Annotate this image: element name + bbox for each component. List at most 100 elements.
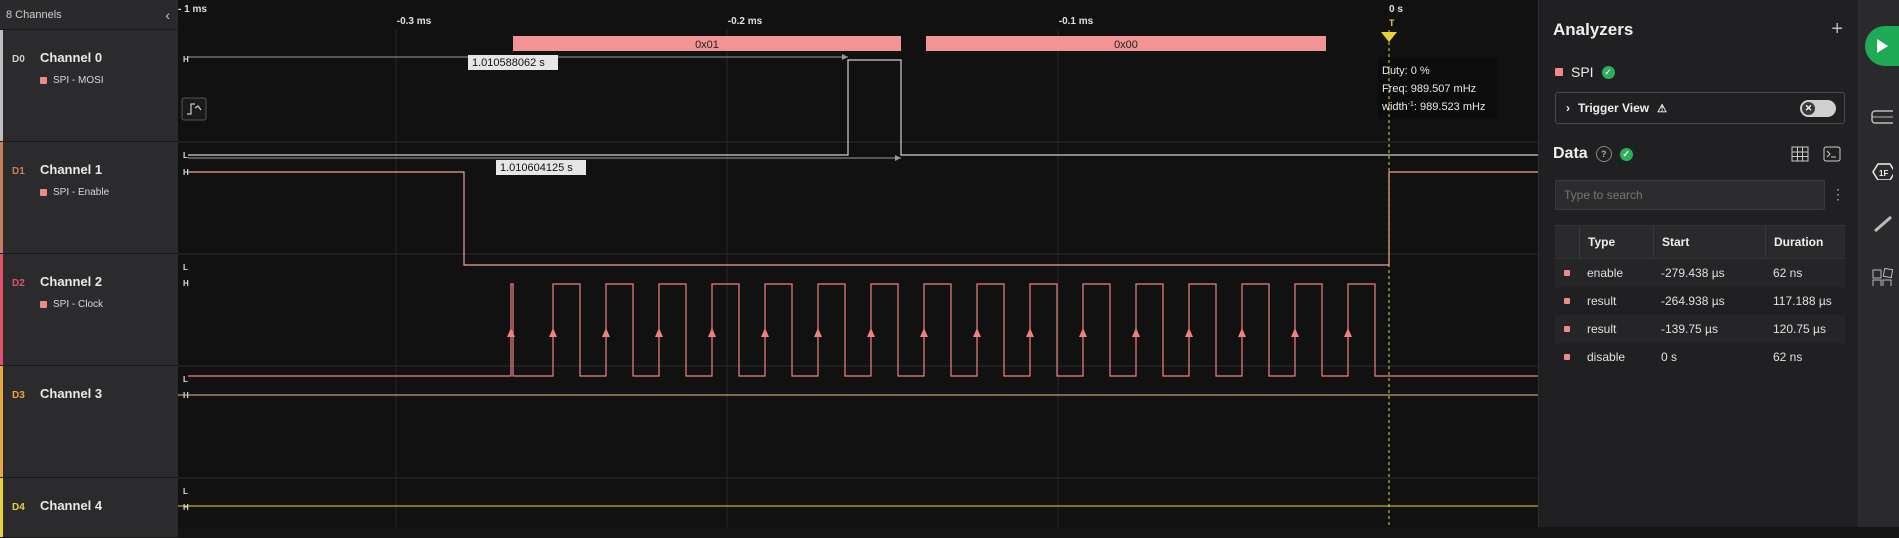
table-view-icon[interactable] [1791,146,1809,162]
rising-edge-marker [867,328,875,337]
level-low-label: L [183,375,188,384]
side-toolbar: 1F [1858,0,1899,527]
channel-analyzer-label: SPI - Clock [40,299,103,310]
cell-duration: 62 ns [1773,266,1803,280]
channel-count-label: 8 Channels [6,8,62,21]
rising-edge-marker [1344,328,1352,337]
analyzers-icon[interactable]: 1F [1871,162,1893,180]
waveform-canvas[interactable]: - 1 ms -0.3 ms -0.2 ms -0.1 ms 0 s T 0x0… [178,0,1538,527]
cell-duration: 120.75 µs [1773,322,1826,336]
channel-code: D4 [12,502,25,513]
rising-edge-marker [708,328,716,337]
measure-icon[interactable] [1871,214,1893,232]
collapse-chevron-icon[interactable]: ‹ [165,7,170,23]
level-low-label: L [183,487,188,496]
channel-list: 8 Channels ‹ D0 Channel 0 SPI - MOSI D1 … [0,0,179,538]
table-row[interactable]: result -264.938 µs 117.188 µs [1555,287,1845,315]
warning-icon: ⚠ [1657,102,1668,115]
rising-edge-marker [920,328,928,337]
trigger-marker-label: T [1389,18,1395,28]
channel-name: Channel 1 [40,162,103,177]
search-input[interactable] [1555,180,1825,210]
check-icon: ✓ [1601,65,1615,79]
cell-start: 0 s [1661,350,1678,364]
analyzer-color-swatch [40,189,47,196]
rising-edge-marker [761,328,769,337]
table-row[interactable]: enable -279.438 µs 62 ns [1555,259,1845,287]
measurement-value: 1.010588062 s [472,57,545,69]
tick-label: -0.2 ms [728,16,763,27]
channel-row-2[interactable]: D2 Channel 2 SPI - Clock [0,254,178,366]
time-scale-label: - 1 ms [178,4,207,15]
channel-row-3[interactable]: D3 Channel 3 [0,366,178,478]
cell-duration: 62 ns [1773,350,1803,364]
rising-edge-marker [507,328,515,337]
tooltip-width: width-1: 989.523 mHz [1381,101,1485,113]
close-icon: ✕ [1802,102,1815,115]
column-header-duration[interactable]: Duration [1765,226,1840,258]
rising-edge-marker [1079,328,1087,337]
channel-name: Channel 2 [40,274,103,289]
rising-edge-marker [1185,328,1193,337]
channel-row-0[interactable]: D0 Channel 0 SPI - MOSI [0,30,178,142]
cell-type: enable [1587,266,1624,280]
level-high-label: H [183,279,189,288]
row-color-swatch [1564,270,1570,276]
table-header: Type Start Duration [1555,225,1845,259]
column-header-start[interactable]: Start [1653,226,1765,258]
tick-label: 0 s [1389,4,1403,15]
channel-name: Channel 4 [40,498,103,513]
table-row[interactable]: result -139.75 µs 120.75 µs [1555,315,1845,343]
channel-2-trace [188,283,1538,377]
waveform-view[interactable]: - 1 ms -0.3 ms -0.2 ms -0.1 ms 0 s T 0x0… [178,0,1538,527]
table-row[interactable]: disable 0 s 62 ns [1555,343,1845,371]
extensions-icon[interactable] [1871,268,1893,286]
channel-analyzer-label: SPI - MOSI [40,75,104,86]
analyzer-color-swatch [40,77,47,84]
channel-code: D2 [12,278,25,289]
rising-edge-marker [655,328,663,337]
row-color-swatch [1564,298,1570,304]
cell-start: -279.438 µs [1661,266,1725,280]
column-header-type[interactable]: Type [1579,226,1653,258]
trigger-view-label: Trigger View [1578,101,1650,115]
help-icon[interactable]: ? [1595,146,1612,162]
analyzer-color-swatch [40,301,47,308]
spi-frame-value: 0x01 [695,39,719,51]
tick-label: -0.3 ms [397,16,432,27]
svg-text:1F: 1F [1879,169,1888,178]
channel-row-4[interactable]: D4 Channel 4 [0,478,178,538]
terminal-icon[interactable] [1823,146,1841,162]
cell-start: -139.75 µs [1661,322,1718,336]
more-options-icon[interactable]: ⋮ [1831,186,1845,203]
device-icon[interactable] [1871,108,1893,126]
cell-type: result [1587,322,1617,336]
check-icon: ✓ [1619,147,1633,161]
trigger-view-toggle[interactable]: ✕ [1800,100,1836,117]
edge-nav-button[interactable] [181,97,207,121]
level-high-label: H [183,55,189,64]
cell-duration: 117.188 µs [1773,294,1832,308]
cell-type: disable [1587,350,1626,364]
channel-code: D0 [12,54,25,65]
analyzer-name: SPI [1571,64,1594,80]
measurement-value: 1.010604125 s [500,162,573,174]
trigger-view-section[interactable]: › Trigger View ⚠ ✕ [1555,92,1845,124]
panel-title: Analyzers [1553,20,1634,39]
channel-0-trace [188,59,1538,156]
channel-1-trace [188,171,1538,266]
analyzer-item-spi[interactable]: SPI ✓ [1555,64,1615,80]
analyzers-panel: Analyzers + SPI ✓ › Trigger View ⚠ ✕ Dat… [1538,0,1859,527]
add-analyzer-button[interactable]: + [1831,18,1843,41]
rising-edge-marker [549,328,557,337]
channel-row-1[interactable]: D1 Channel 1 SPI - Enable [0,142,178,254]
level-low-label: L [183,151,188,160]
clock-waveform [188,283,1538,377]
channel-code: D1 [12,166,25,177]
tick-label: -0.1 ms [1059,16,1094,27]
level-low-label: L [183,263,188,272]
rising-edge-marker [973,328,981,337]
chevron-right-icon: › [1566,101,1570,115]
start-capture-button[interactable] [1865,26,1899,66]
spi-frame-value: 0x00 [1114,39,1138,51]
